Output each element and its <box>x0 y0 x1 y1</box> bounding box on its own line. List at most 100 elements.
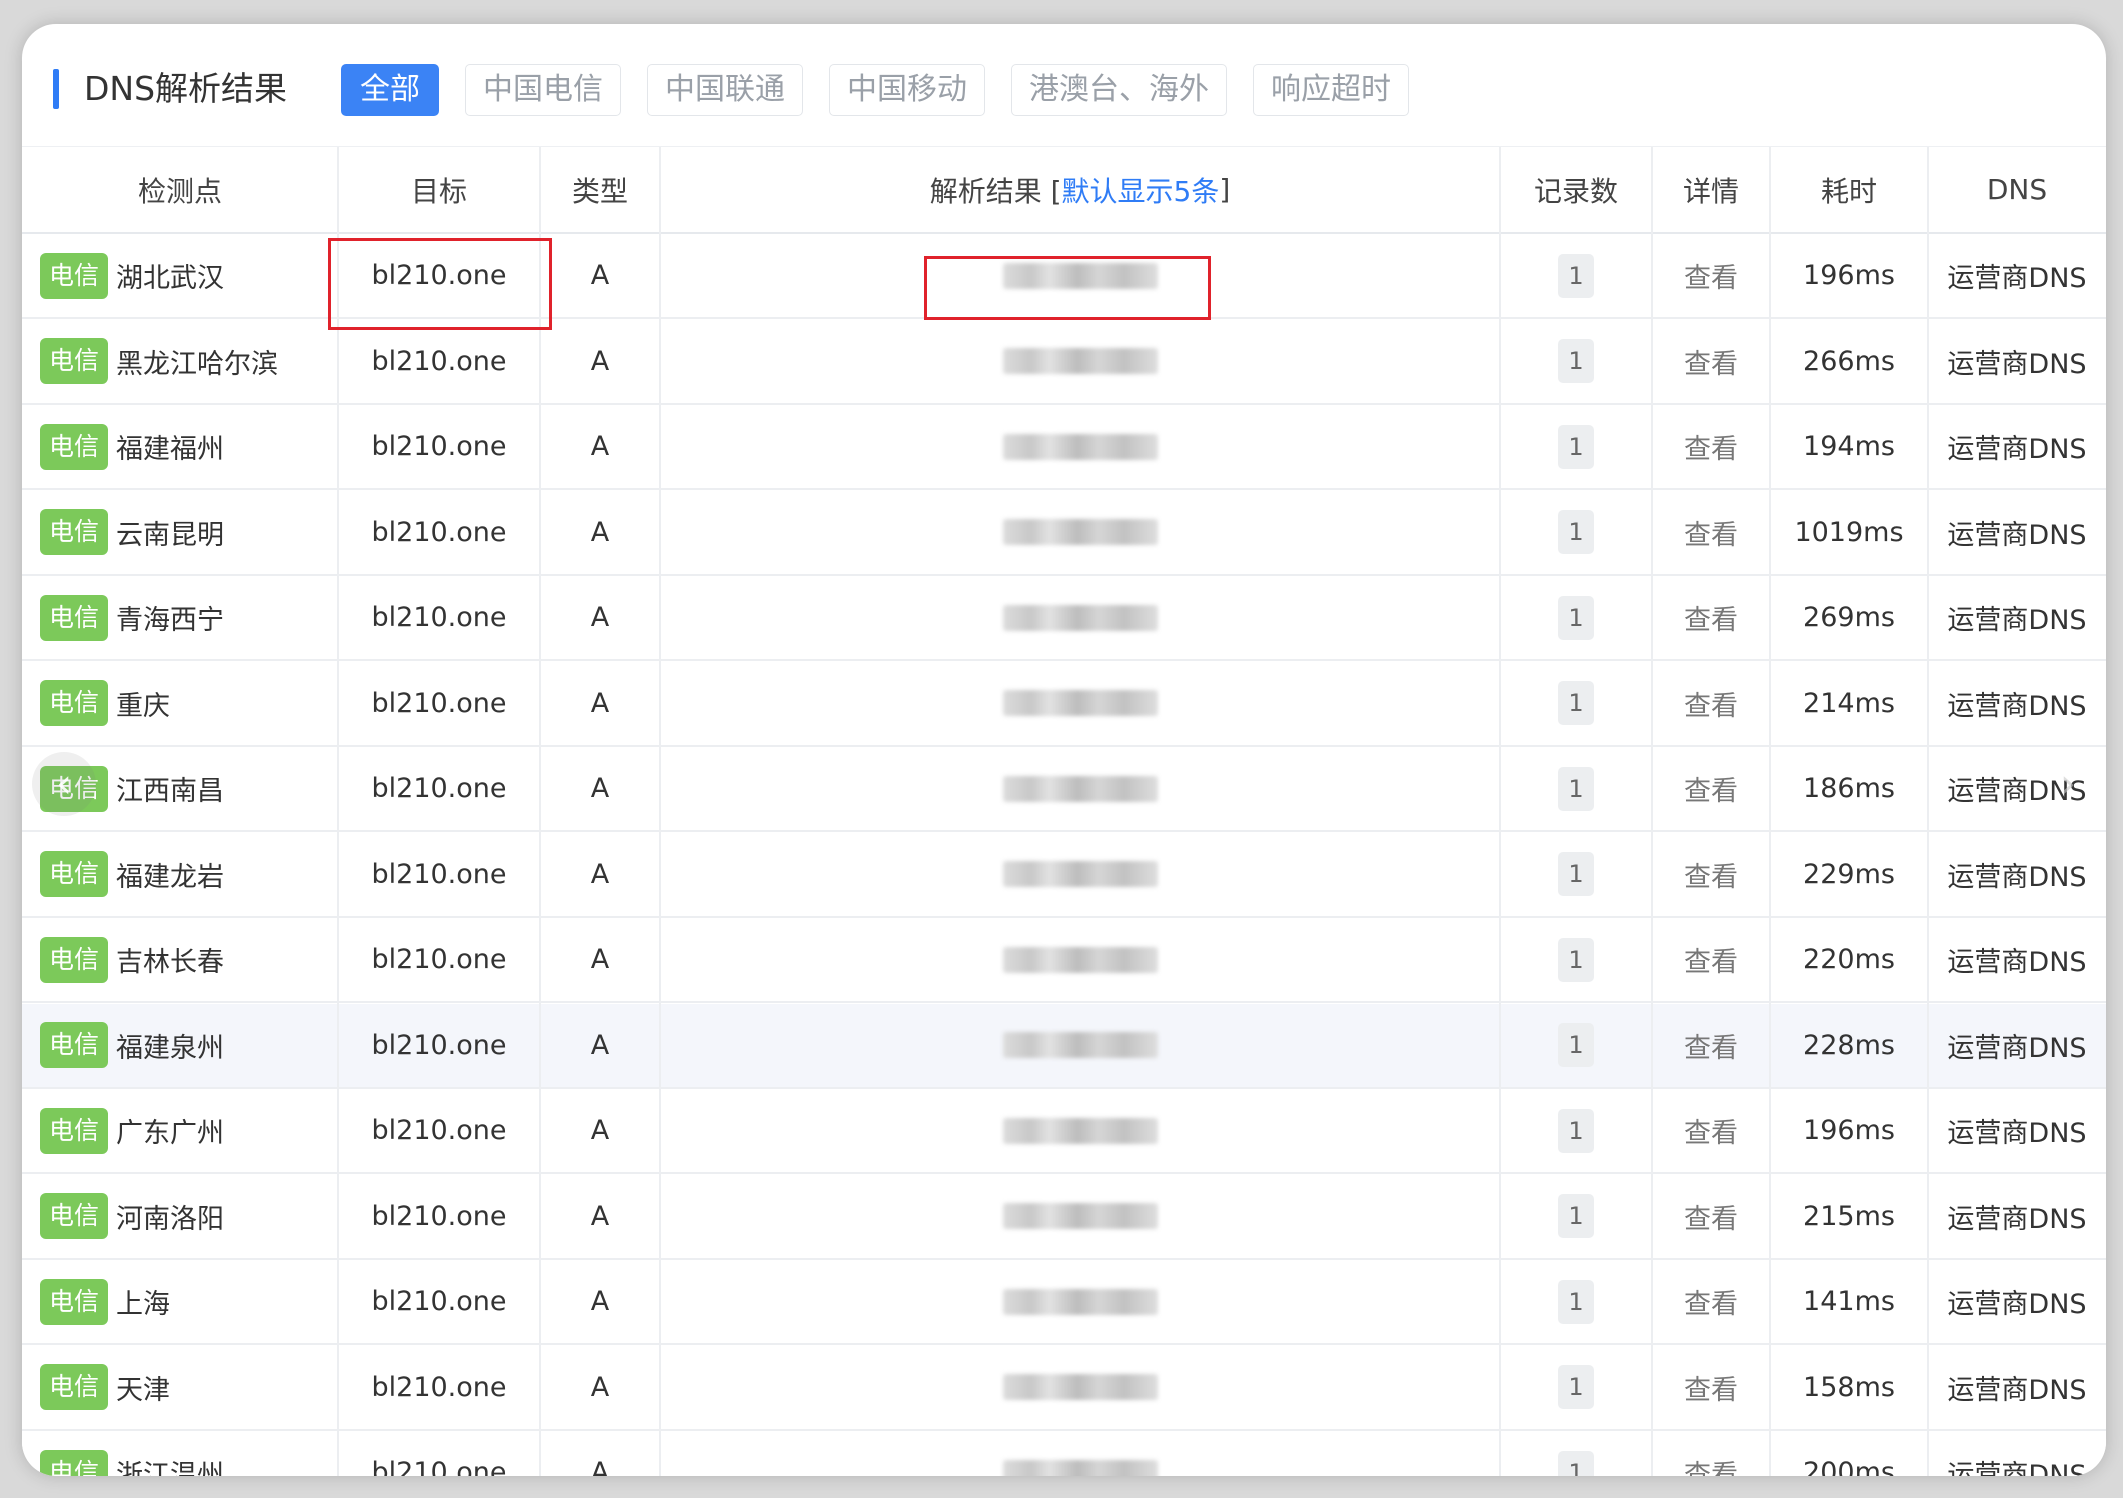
view-detail-link[interactable]: 查看 <box>1684 1453 1738 1476</box>
cell-time: 229ms <box>1803 858 1895 890</box>
view-detail-link[interactable]: 查看 <box>1684 940 1738 979</box>
redacted-ip-result <box>1002 861 1158 887</box>
cell-time: 220ms <box>1803 944 1895 975</box>
cell-result <box>660 320 1500 403</box>
cell-result <box>660 491 1500 574</box>
isp-badge: 电信 <box>40 1449 109 1476</box>
location-label: 福建龙岩 <box>116 861 225 893</box>
cell-result <box>660 918 1500 1001</box>
isp-badge: 电信 <box>40 252 109 299</box>
tab-all[interactable]: 全部 <box>341 64 439 116</box>
view-detail-link[interactable]: 查看 <box>1684 256 1738 295</box>
cell-location: 电信 重庆 <box>22 662 338 745</box>
title-accent-bar <box>53 69 59 109</box>
record-count-badge: 1 <box>1558 1108 1594 1153</box>
cell-detail: 查看 <box>1652 491 1770 574</box>
cell-detail: 查看 <box>1652 320 1770 403</box>
tab-hk-macao-taiwan-overseas[interactable]: 港澳台、海外 <box>1011 64 1227 116</box>
table-row: 电信 云南昆明 bl210.one A 1 查看 1019ms 运营商DNS <box>22 490 2106 576</box>
cell-location: 电信 黑龙江哈尔滨 <box>22 320 338 403</box>
view-detail-link[interactable]: 查看 <box>1684 769 1738 808</box>
record-count-badge: 1 <box>1558 1279 1594 1324</box>
cell-location: 电信 福建龙岩 <box>22 833 338 916</box>
view-detail-link[interactable]: 查看 <box>1684 1026 1738 1065</box>
result-header-suffix: ] <box>1219 173 1231 206</box>
cell-location: 电信 青海西宁 <box>22 576 338 659</box>
isp-badge: 电信 <box>40 1107 109 1154</box>
cell-location: 电信 浙江温州 <box>22 1431 338 1476</box>
cell-type: A <box>590 1115 610 1146</box>
redacted-ip-result <box>1002 519 1158 545</box>
cell-time: 196ms <box>1803 1115 1895 1146</box>
cell-count: 1 <box>1500 1175 1652 1258</box>
cell-target: bl210.one <box>371 431 507 462</box>
location-label: 福建泉州 <box>116 1032 225 1064</box>
redacted-ip-result <box>1002 604 1158 631</box>
cell-time: 228ms <box>1803 1029 1895 1061</box>
dns-result-panel: DNS解析结果 全部 中国电信 中国联通 中国移动 港澳台、海外 响应超时 检测… <box>22 24 2106 1476</box>
column-divider <box>1927 147 1929 1476</box>
tab-timeout[interactable]: 响应超时 <box>1253 64 1409 116</box>
table-row: 电信 江西南昌 bl210.one A 1 查看 186ms 运营商DNS <box>22 747 2106 832</box>
location-label: 福建福州 <box>116 434 225 465</box>
view-detail-link[interactable]: 查看 <box>1684 684 1738 723</box>
view-detail-link[interactable]: 查看 <box>1684 513 1738 552</box>
view-detail-link[interactable]: 查看 <box>1684 1282 1738 1321</box>
view-detail-link[interactable]: 查看 <box>1684 342 1738 381</box>
cell-location: 电信 云南昆明 <box>22 491 338 574</box>
view-detail-link[interactable]: 查看 <box>1684 855 1738 894</box>
column-divider <box>1769 147 1771 1476</box>
cell-location: 电信 天津 <box>22 1346 338 1429</box>
cell-type: A <box>590 858 610 890</box>
column-header-count: 记录数 <box>1533 174 1618 208</box>
view-detail-link[interactable]: 查看 <box>1684 427 1738 466</box>
cell-type: A <box>590 602 610 633</box>
isp-badge: 电信 <box>40 1364 109 1410</box>
cell-detail: 查看 <box>1652 747 1770 830</box>
isp-badge: 电信 <box>40 680 109 726</box>
location-label: 广东广州 <box>116 1118 225 1149</box>
record-count-badge: 1 <box>1558 852 1594 896</box>
view-detail-link[interactable]: 查看 <box>1684 1111 1738 1150</box>
tab-china-telecom[interactable]: 中国电信 <box>465 64 621 116</box>
column-header-detail: 详情 <box>1682 174 1739 208</box>
cell-time: 158ms <box>1803 1371 1895 1403</box>
cell-detail: 查看 <box>1652 662 1770 745</box>
cell-result <box>660 1089 1500 1172</box>
column-divider <box>1651 147 1653 1476</box>
record-count-badge: 1 <box>1558 1023 1594 1067</box>
cell-detail: 查看 <box>1652 1089 1770 1172</box>
cell-target: bl210.one <box>371 602 507 633</box>
cell-count: 1 <box>1500 662 1652 745</box>
tab-china-unicom[interactable]: 中国联通 <box>647 64 803 116</box>
cell-time: 214ms <box>1803 687 1895 719</box>
cell-type: A <box>590 260 610 291</box>
view-detail-link[interactable]: 查看 <box>1684 1197 1738 1236</box>
cell-count: 1 <box>1500 1346 1652 1429</box>
chevron-left-icon[interactable]: ‹ <box>32 752 96 816</box>
record-count-badge: 1 <box>1558 339 1594 383</box>
table-row: 电信 福建福州 bl210.one A 1 查看 194ms 运营商DNS <box>22 405 2106 490</box>
cell-detail: 查看 <box>1652 1004 1770 1087</box>
table-row: 电信 重庆 bl210.one A 1 查看 214ms 运营商DNS <box>22 661 2106 747</box>
cell-type: A <box>590 1371 610 1403</box>
page-title: DNS解析结果 <box>84 69 288 108</box>
cell-target: bl210.one <box>371 1029 507 1061</box>
tab-china-mobile[interactable]: 中国移动 <box>829 64 985 116</box>
chevron-right-icon[interactable]: › <box>2048 754 2088 814</box>
location-label: 重庆 <box>116 690 171 722</box>
cell-result <box>660 747 1500 830</box>
cell-count: 1 <box>1500 833 1652 916</box>
table-row: 电信 黑龙江哈尔滨 bl210.one A 1 查看 266ms 运营商DNS <box>22 319 2106 405</box>
redacted-ip-result <box>1002 1459 1158 1476</box>
cell-count: 1 <box>1500 747 1652 830</box>
view-detail-link[interactable]: 查看 <box>1684 1368 1738 1407</box>
location-label: 天津 <box>116 1374 171 1406</box>
result-default-hint[interactable]: 默认显示5条 <box>1062 170 1220 210</box>
record-count-badge: 1 <box>1558 595 1594 640</box>
cell-time: 215ms <box>1803 1200 1895 1232</box>
cell-location: 电信 福建福州 <box>22 405 338 488</box>
redacted-ip-result <box>1002 1374 1158 1400</box>
isp-badge: 电信 <box>40 423 109 470</box>
view-detail-link[interactable]: 查看 <box>1684 598 1738 637</box>
